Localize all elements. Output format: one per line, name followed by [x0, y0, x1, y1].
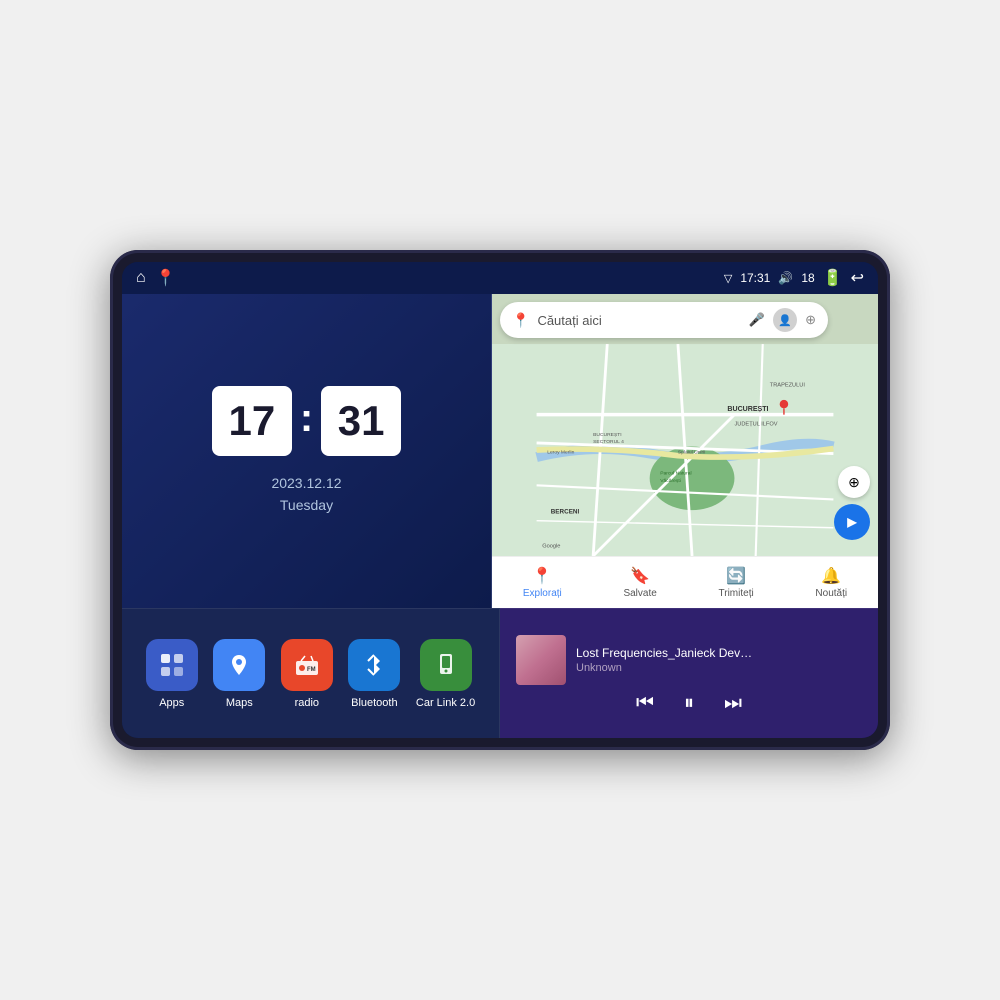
svg-text:Leroy Merlin: Leroy Merlin	[547, 450, 574, 456]
clock-day-value: Tuesday	[271, 494, 341, 516]
carlink-phone-icon	[432, 651, 460, 679]
main-content: 17 : 31 2023.12.12 Tuesday	[122, 294, 878, 738]
map-nav-saved[interactable]: 🔖 Salvate	[623, 566, 656, 599]
music-info-row: Lost Frequencies_Janieck Devy-... Unknow…	[516, 635, 862, 685]
clock-date: 2023.12.12 Tuesday	[271, 472, 341, 517]
music-thumbnail-image	[516, 635, 566, 685]
clock-date-value: 2023.12.12	[271, 472, 341, 494]
app-item-bluetooth[interactable]: Bluetooth	[348, 639, 400, 709]
bluetooth-symbol-icon	[360, 651, 388, 679]
maps-pin-icon	[225, 651, 253, 679]
svg-text:Splaiul Unirii: Splaiul Unirii	[678, 450, 705, 456]
signal-icon: ▽	[724, 272, 732, 285]
bluetooth-label: Bluetooth	[351, 697, 397, 709]
svg-text:BUCUREȘTI: BUCUREȘTI	[593, 432, 622, 438]
map-nav-explore-label: Explorați	[523, 588, 562, 599]
music-next-button[interactable]: ⏭	[724, 693, 742, 713]
radio-label: radio	[295, 697, 319, 709]
radio-icon: FM	[281, 639, 333, 691]
clock-panel: 17 : 31 2023.12.12 Tuesday	[122, 294, 492, 608]
apps-label: Apps	[159, 697, 184, 709]
status-bar-right: ▽ 17:31 🔊 18 🔋 ↩	[724, 268, 864, 288]
maps-label: Maps	[226, 697, 253, 709]
map-panel[interactable]: BUCUREȘTI JUDEȚUL ILFOV TRAPEZULUI BERCE…	[492, 294, 878, 608]
map-nav-saved-label: Salvate	[623, 588, 656, 599]
app-item-maps[interactable]: Maps	[213, 639, 265, 709]
app-item-carlink[interactable]: Car Link 2.0	[416, 639, 475, 709]
music-play-pause-button[interactable]: ⏸	[684, 693, 694, 713]
home-icon[interactable]: ⌂	[136, 269, 146, 287]
map-nav-news-label: Noutăți	[815, 588, 847, 599]
map-nav-send[interactable]: 🔄 Trimiteți	[719, 566, 754, 599]
status-bar: ⌂ 📍 ▽ 17:31 🔊 18 🔋 ↩	[122, 262, 878, 294]
apps-grid-icon	[158, 651, 186, 679]
svg-text:JUDEȚUL ILFOV: JUDEȚUL ILFOV	[734, 421, 777, 427]
svg-text:BERCENI: BERCENI	[551, 509, 580, 516]
svg-text:Google: Google	[542, 544, 560, 550]
maps-app-icon	[213, 639, 265, 691]
svg-text:SECTORUL 4: SECTORUL 4	[593, 439, 624, 445]
carlink-label: Car Link 2.0	[416, 697, 475, 709]
status-bar-left: ⌂ 📍	[136, 268, 176, 288]
svg-text:TRAPEZULUI: TRAPEZULUI	[770, 382, 806, 388]
map-compass-icon[interactable]: ⊕	[805, 312, 816, 328]
music-player: Lost Frequencies_Janieck Devy-... Unknow…	[500, 608, 878, 738]
explore-icon: 📍	[532, 566, 552, 586]
map-nav-explore[interactable]: 📍 Explorați	[523, 566, 562, 599]
apps-icon	[146, 639, 198, 691]
volume-icon: 🔊	[778, 271, 793, 285]
map-mic-icon[interactable]: 🎤	[749, 312, 765, 328]
status-time: 17:31	[740, 271, 770, 285]
back-icon[interactable]: ↩	[851, 268, 864, 288]
map-search-bar[interactable]: 📍 Căutați aici 🎤 👤 ⊕	[500, 302, 828, 338]
map-svg: BUCUREȘTI JUDEȚUL ILFOV TRAPEZULUI BERCE…	[492, 344, 878, 556]
map-navigate-button[interactable]: ▶	[834, 504, 870, 540]
battery-icon: 🔋	[823, 268, 843, 288]
map-nav-news[interactable]: 🔔 Noutăți	[815, 566, 847, 599]
send-icon: 🔄	[726, 566, 746, 586]
clock-minutes: 31	[321, 386, 401, 456]
music-text: Lost Frequencies_Janieck Devy-... Unknow…	[576, 646, 862, 674]
map-user-avatar[interactable]: 👤	[773, 308, 797, 332]
news-icon: 🔔	[821, 566, 841, 586]
svg-text:BUCUREȘTI: BUCUREȘTI	[727, 406, 768, 413]
clock-display: 17 : 31	[212, 386, 401, 456]
device: ⌂ 📍 ▽ 17:31 🔊 18 🔋 ↩ 17 : 31	[110, 250, 890, 750]
radio-fm-icon: FM	[293, 651, 321, 679]
device-screen: ⌂ 📍 ▽ 17:31 🔊 18 🔋 ↩ 17 : 31	[122, 262, 878, 738]
app-item-apps[interactable]: Apps	[146, 639, 198, 709]
music-prev-button[interactable]: ⏮	[636, 693, 654, 713]
map-background: BUCUREȘTI JUDEȚUL ILFOV TRAPEZULUI BERCE…	[492, 344, 878, 556]
map-location-button[interactable]: ⊕	[838, 466, 870, 498]
bottom-row: Apps Maps	[122, 608, 878, 738]
music-title: Lost Frequencies_Janieck Devy-...	[576, 646, 756, 660]
svg-text:Văcărești: Văcărești	[660, 478, 681, 484]
map-pin-icon[interactable]: 📍	[156, 268, 176, 288]
carlink-icon	[420, 639, 472, 691]
map-bottom-nav: 📍 Explorați 🔖 Salvate 🔄 Trimiteți 🔔 Nout…	[492, 556, 878, 608]
svg-text:FM: FM	[307, 667, 316, 673]
bluetooth-app-icon	[348, 639, 400, 691]
maps-logo-icon: 📍	[512, 312, 529, 329]
clock-colon: :	[300, 396, 313, 441]
map-search-text[interactable]: Căutați aici	[537, 313, 740, 328]
svg-text:Parcul Natural: Parcul Natural	[660, 471, 691, 477]
map-nav-send-label: Trimiteți	[719, 588, 754, 599]
clock-hours: 17	[212, 386, 292, 456]
music-thumbnail	[516, 635, 566, 685]
app-shortcuts: Apps Maps	[122, 608, 500, 738]
music-controls: ⏮ ⏸ ⏭	[516, 693, 862, 713]
music-artist: Unknown	[576, 662, 862, 674]
saved-icon: 🔖	[630, 566, 650, 586]
app-item-radio[interactable]: FM radio	[281, 639, 333, 709]
volume-level: 18	[801, 271, 814, 285]
